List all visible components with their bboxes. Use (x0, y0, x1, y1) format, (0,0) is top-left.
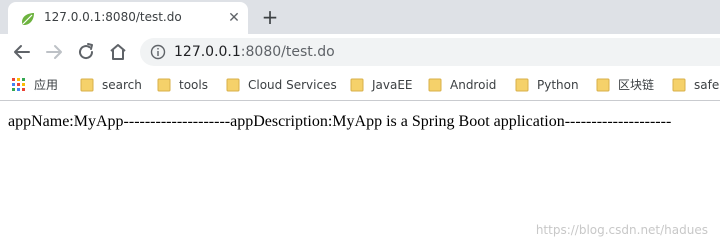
tab-strip: 127.0.0.1:8080/test.do ✕ + (0, 0, 720, 34)
folder-icon (596, 78, 610, 92)
bookmark-folder-python[interactable]: Python (515, 76, 587, 94)
active-tab[interactable]: 127.0.0.1:8080/test.do ✕ (8, 2, 248, 34)
bookmark-label: 区块链 (618, 78, 655, 92)
page-body-text: appName:MyApp--------------------appDesc… (8, 113, 672, 130)
folder-icon (672, 78, 686, 92)
bookmark-label: search (102, 78, 142, 92)
bookmark-folder-android[interactable]: Android (428, 76, 508, 94)
bookmark-folder-search[interactable]: search (80, 76, 150, 94)
folder-icon (226, 78, 240, 92)
browser-window: 127.0.0.1:8080/test.do ✕ + 127.0.0.1:808… (0, 0, 720, 241)
bookmark-folder-blockchain[interactable]: 区块链 (596, 76, 664, 94)
url-host: 127.0.0.1 (174, 44, 241, 60)
bookmark-label: 应用 (34, 78, 59, 92)
tab-title: 127.0.0.1:8080/test.do (44, 10, 182, 24)
folder-icon (157, 78, 171, 92)
bookmark-folder-cloud-services[interactable]: Cloud Services (226, 76, 346, 94)
bookmark-folder-tools[interactable]: tools (157, 76, 221, 94)
bookmark-folder-safe[interactable]: safe (672, 76, 720, 94)
address-bar[interactable]: 127.0.0.1:8080/test.do (140, 38, 720, 66)
page-content: appName:MyApp--------------------appDesc… (0, 101, 720, 241)
bookmark-apps[interactable]: 应用 (12, 76, 72, 94)
bookmark-label: Python (537, 78, 579, 92)
folder-icon (428, 78, 442, 92)
bookmark-label: safe (694, 78, 720, 92)
bookmarks-bar: 应用 search tools Cloud Services JavaEE An… (0, 70, 720, 101)
new-tab-button[interactable]: + (258, 6, 282, 30)
site-info-icon[interactable] (150, 44, 166, 60)
bookmark-label: tools (179, 78, 208, 92)
url-path: :8080/test.do (240, 44, 335, 60)
bookmark-label: Android (450, 78, 497, 92)
reload-icon[interactable] (74, 40, 98, 64)
folder-icon (350, 78, 364, 92)
bookmark-label: Cloud Services (248, 78, 337, 92)
home-icon[interactable] (106, 40, 130, 64)
folder-icon (80, 78, 94, 92)
watermark-text: https://blog.csdn.net/hadues (535, 223, 708, 237)
folder-icon (515, 78, 529, 92)
toolbar: 127.0.0.1:8080/test.do (0, 34, 720, 70)
url-text[interactable]: 127.0.0.1:8080/test.do (174, 44, 335, 60)
apps-grid-icon (12, 78, 26, 92)
bookmark-folder-javaee[interactable]: JavaEE (350, 76, 420, 94)
spring-leaf-icon (20, 11, 36, 27)
bookmark-label: JavaEE (372, 78, 413, 92)
back-arrow-icon[interactable] (10, 40, 34, 64)
forward-arrow-icon[interactable] (42, 40, 66, 64)
close-tab-icon[interactable]: ✕ (226, 10, 242, 26)
